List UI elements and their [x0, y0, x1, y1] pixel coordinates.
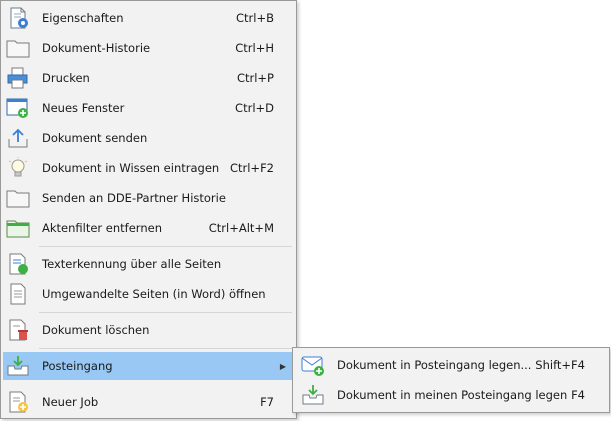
properties-icon	[6, 7, 30, 29]
menu-item-shortcut: Ctrl+H	[235, 41, 274, 55]
lightbulb-icon	[6, 157, 30, 179]
menu-item-label: Texterkennung über alle Seiten	[42, 257, 222, 271]
menu-item-label: Dokument-Historie	[42, 41, 151, 55]
green-folder-icon	[6, 217, 30, 239]
folder-icon	[6, 37, 30, 59]
menu-separator	[39, 348, 292, 349]
menu-item-label: Drucken	[42, 71, 90, 85]
submenu-item-meinen-posteingang[interactable]: Dokument in meinen Posteingang legen F4	[295, 381, 607, 409]
printer-icon	[6, 67, 30, 89]
menu-item-label: Eigenschaften	[42, 11, 124, 25]
menu-item-label: Aktenfilter entfernen	[42, 221, 162, 235]
menu-item-label: Dokument in Wissen eintragen	[42, 161, 220, 175]
menu-item-neuer-job[interactable]: Neuer Job F7	[3, 388, 294, 416]
submenu-item-posteingang-legen[interactable]: Dokument in Posteingang legen... Shift+F…	[295, 351, 607, 379]
menu-item-label: Dokument senden	[42, 131, 148, 145]
folder-icon	[6, 187, 30, 209]
submenu-item-shortcut: Shift+F4	[535, 358, 585, 372]
menu-item-shortcut: Ctrl+P	[236, 71, 274, 85]
delete-document-icon	[6, 319, 30, 341]
menu-item-label: Posteingang	[42, 359, 113, 373]
posteingang-submenu: Dokument in Posteingang legen... Shift+F…	[292, 347, 610, 413]
menu-item-dde-partner-historie[interactable]: Senden an DDE-Partner Historie	[3, 184, 294, 212]
document-icon	[6, 283, 30, 305]
menu-item-aktenfilter-entfernen[interactable]: Aktenfilter entfernen Ctrl+Alt+M	[3, 214, 294, 242]
ocr-icon	[6, 253, 30, 275]
menu-item-texterkennung[interactable]: Texterkennung über alle Seiten	[3, 250, 294, 278]
menu-item-neues-fenster[interactable]: Neues Fenster Ctrl+D	[3, 94, 294, 122]
menu-item-label: Senden an DDE-Partner Historie	[42, 191, 226, 205]
menu-item-label: Neues Fenster	[42, 101, 125, 115]
menu-item-label: Neuer Job	[42, 395, 99, 409]
inbox-icon	[6, 355, 30, 377]
menu-item-shortcut: Ctrl+B	[236, 11, 274, 25]
submenu-item-label: Dokument in meinen Posteingang legen	[337, 388, 568, 402]
menu-item-dokument-in-wissen[interactable]: Dokument in Wissen eintragen Ctrl+F2	[3, 154, 294, 182]
menu-item-umgewandelte-seiten[interactable]: Umgewandelte Seiten (in Word) öffnen	[3, 280, 294, 308]
menu-item-drucken[interactable]: Drucken Ctrl+P	[3, 64, 294, 92]
send-document-icon	[6, 127, 30, 149]
menu-item-eigenschaften[interactable]: Eigenschaften Ctrl+B	[3, 4, 294, 32]
new-window-icon	[6, 97, 30, 119]
mail-add-icon	[301, 354, 325, 376]
menu-item-shortcut: F7	[260, 395, 274, 409]
menu-item-shortcut: Ctrl+F2	[229, 161, 274, 175]
submenu-arrow-icon: ▶	[279, 361, 286, 371]
inbox-download-icon	[301, 384, 325, 406]
menu-item-shortcut: Ctrl+Alt+M	[208, 221, 274, 235]
submenu-item-shortcut: F4	[571, 388, 585, 402]
menu-item-shortcut: Ctrl+D	[235, 101, 274, 115]
menu-item-dokument-loeschen[interactable]: Dokument löschen	[3, 316, 294, 344]
menu-item-label: Umgewandelte Seiten (in Word) öffnen	[42, 287, 266, 301]
menu-separator	[39, 312, 292, 313]
new-job-icon	[6, 391, 30, 413]
menu-item-label: Dokument löschen	[42, 323, 150, 337]
context-menu: Eigenschaften Ctrl+B Dokument-Historie C…	[0, 0, 297, 419]
submenu-item-label: Dokument in Posteingang legen...	[337, 358, 532, 372]
menu-separator	[39, 246, 292, 247]
menu-item-dokument-senden[interactable]: Dokument senden	[3, 124, 294, 152]
menu-item-posteingang[interactable]: Posteingang ▶	[3, 352, 294, 380]
menu-item-dokument-historie[interactable]: Dokument-Historie Ctrl+H	[3, 34, 294, 62]
